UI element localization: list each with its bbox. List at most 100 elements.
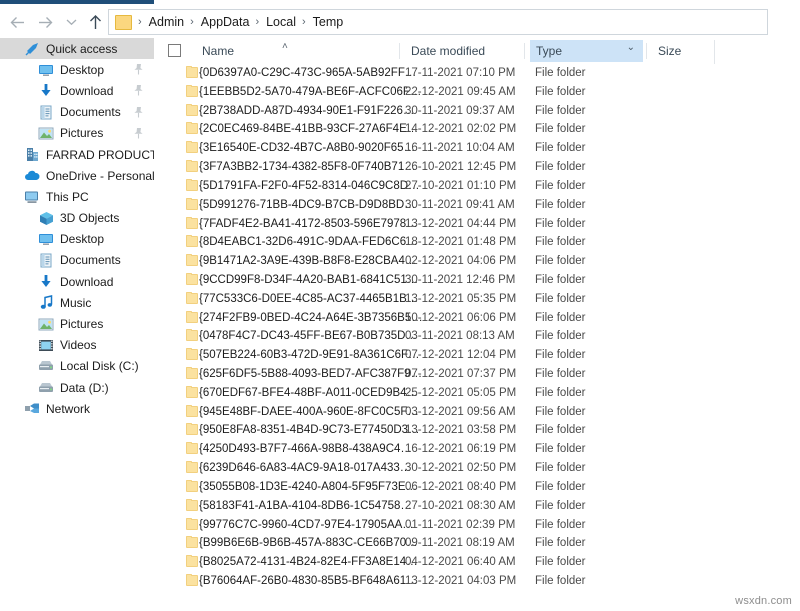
table-row[interactable]: {B99B6E6B-9B6B-457A-883C-CE66B70…09-11-2… [154, 534, 800, 553]
sidebar-item-videos[interactable]: Videos [0, 335, 154, 356]
table-row[interactable]: {3F7A3BB2-1734-4382-85F8-0F740B71…26-10-… [154, 158, 800, 177]
sidebar-item-desktop[interactable]: Desktop [0, 59, 154, 80]
sidebar-item-pictures[interactable]: Pictures [0, 313, 154, 334]
column-divider-right[interactable] [714, 40, 715, 64]
column-header-date-modified[interactable]: Date modified [405, 40, 533, 62]
table-row[interactable]: {B8025A72-4131-4B24-82E4-FF3A8E14…04-12-… [154, 553, 800, 572]
table-row[interactable]: {5D1791FA-F2F0-4F52-8314-046C9C8D…27-10-… [154, 177, 800, 196]
sidebar-item-label: Desktop [60, 63, 104, 77]
column-header-name[interactable]: Name [196, 40, 436, 62]
column-divider[interactable] [524, 43, 525, 59]
forward-button[interactable] [34, 12, 56, 32]
breadcrumb-appdata[interactable]: AppData [198, 15, 253, 29]
table-row[interactable]: {950E8FA8-8351-4B4D-9C73-E77450D3…13-12-… [154, 421, 800, 440]
table-row[interactable]: {274F2FB9-0BED-4C24-A64E-3B7356B5…10-12-… [154, 309, 800, 328]
sidebar-item-farrad-production[interactable]: FARRAD PRODUCTION [0, 144, 154, 165]
sidebar-item-documents[interactable]: Documents [0, 102, 154, 123]
table-row[interactable]: {77C533C6-D0EE-4C85-AC37-4465B1B…13-12-2… [154, 290, 800, 309]
file-name-cell: {1EEBB5D2-5A70-479A-BE6F-ACFC06F… [199, 83, 429, 102]
table-row[interactable]: {3E16540E-CD32-4B7C-A8B0-9020F65…16-11-2… [154, 139, 800, 158]
table-row[interactable]: {670EDF67-BFE4-48BF-A011-0CED9B4…25-12-2… [154, 384, 800, 403]
table-row[interactable]: {58183F41-A1BA-4104-8DB6-1C54758…27-10-2… [154, 497, 800, 516]
sidebar-item-onedrive-personal[interactable]: OneDrive - Personal [0, 165, 154, 186]
sidebar-item-this-pc[interactable]: This PC [0, 186, 154, 207]
table-row[interactable]: {945E48BF-DAEE-400A-960E-8FC0C5F…03-12-2… [154, 403, 800, 422]
pin-icon [133, 84, 144, 96]
breadcrumb-separator-1: › [187, 16, 198, 28]
table-row[interactable]: {5D991276-71BB-4DC9-B7CB-D9D8BD…30-11-20… [154, 196, 800, 215]
file-name-cell: {B99B6E6B-9B6B-457A-883C-CE66B70… [199, 534, 429, 553]
folder-icon [186, 500, 198, 511]
pin-icon[interactable] [133, 127, 144, 139]
address-bar[interactable]: › Admin › AppData › Local › Temp [108, 9, 768, 35]
breadcrumb-local[interactable]: Local [263, 15, 299, 29]
sidebar-item-3d-objects[interactable]: 3D Objects [0, 208, 154, 229]
file-type-cell: File folder [535, 553, 586, 572]
pin-star-icon [24, 41, 40, 57]
navigation-pane[interactable]: Quick accessDesktopDownloadDocumentsPict… [0, 38, 154, 611]
watermark: wsxdn.com [735, 595, 792, 607]
file-list[interactable]: {0D6397A0-C29C-473C-965A-5AB92FF…17-11-2… [154, 64, 800, 611]
chevron-down-icon[interactable]: ⌄ [627, 42, 635, 53]
table-row[interactable]: {507EB224-60B3-472D-9E91-8A361C6F…07-12-… [154, 346, 800, 365]
sidebar-item-label: Download [60, 84, 113, 98]
pin-icon[interactable] [133, 84, 144, 96]
select-all-checkbox[interactable] [168, 44, 181, 57]
sidebar-item-quick-access[interactable]: Quick access [0, 38, 154, 59]
file-type-cell: File folder [535, 346, 586, 365]
breadcrumb-temp[interactable]: Temp [310, 15, 347, 29]
sidebar-item-label: Local Disk (C:) [60, 359, 139, 373]
sidebar-item-label: Documents [60, 105, 121, 119]
sidebar-item-documents[interactable]: Documents [0, 250, 154, 271]
table-row[interactable]: {4250D493-B7F7-466A-98B8-438A9C4…16-12-2… [154, 440, 800, 459]
3d-objects-icon [38, 210, 54, 226]
column-divider[interactable] [399, 43, 400, 59]
sidebar-item-local-disk-c[interactable]: Local Disk (C:) [0, 356, 154, 377]
sidebar-item-desktop[interactable]: Desktop [0, 229, 154, 250]
sidebar-item-download[interactable]: Download [0, 80, 154, 101]
file-type-cell: File folder [535, 271, 586, 290]
pin-icon [133, 106, 144, 118]
table-row[interactable]: {625F6DF5-5B88-4093-BED7-AFC387F9…07-12-… [154, 365, 800, 384]
table-row[interactable]: {B76064AF-26B0-4830-85B5-BF648A61…13-12-… [154, 572, 800, 591]
sidebar-item-music[interactable]: Music [0, 292, 154, 313]
folder-icon [186, 537, 198, 548]
column-divider[interactable] [646, 43, 647, 59]
column-header-type[interactable]: Type⌄ [530, 40, 643, 62]
header-rule [154, 62, 800, 63]
table-row[interactable]: {2C0EC469-84BE-41BB-93CF-27A6F4E…14-12-2… [154, 120, 800, 139]
table-row[interactable]: {99776C7C-9960-4CD7-97E4-17905AA…01-11-2… [154, 516, 800, 535]
file-name-cell: {670EDF67-BFE4-48BF-A011-0CED9B4… [199, 384, 429, 403]
table-row[interactable]: {8D4EABC1-32D6-491C-9DAA-FED6C6…18-12-20… [154, 233, 800, 252]
date-modified-cell: 25-12-2021 05:05 PM [405, 384, 516, 403]
column-header-size[interactable]: Size [652, 40, 714, 62]
breadcrumb-admin[interactable]: Admin [146, 15, 187, 29]
pin-icon[interactable] [133, 106, 144, 118]
table-row[interactable]: {2B738ADD-A87D-4934-90E1-F91F226…30-11-2… [154, 102, 800, 121]
back-button[interactable] [6, 12, 28, 32]
recent-locations-button[interactable] [60, 12, 82, 32]
pin-icon [133, 127, 144, 139]
sidebar-item-download[interactable]: Download [0, 271, 154, 292]
up-button[interactable] [84, 12, 106, 32]
table-row[interactable]: {35055B08-1D3E-4240-A804-5F95F73E…06-12-… [154, 478, 800, 497]
table-row[interactable]: {0D6397A0-C29C-473C-965A-5AB92FF…17-11-2… [154, 64, 800, 83]
arrow-left-icon [10, 16, 25, 29]
pin-icon[interactable] [133, 63, 144, 75]
company-icon [24, 147, 40, 163]
file-name-cell: {3E16540E-CD32-4B7C-A8B0-9020F65… [199, 139, 429, 158]
file-type-cell: File folder [535, 478, 586, 497]
table-row[interactable]: {9CCD99F8-D34F-4A20-BAB1-6841C51…30-11-2… [154, 271, 800, 290]
sidebar-item-data-d[interactable]: Data (D:) [0, 377, 154, 398]
table-row[interactable]: {6239D646-6A83-4AC9-9A18-017A433…30-12-2… [154, 459, 800, 478]
table-row[interactable]: {9B1471A2-3A9E-439B-B8F8-E28CBA4…02-12-2… [154, 252, 800, 271]
folder-icon [186, 142, 198, 153]
table-row[interactable]: {1EEBB5D2-5A70-479A-BE6F-ACFC06F…22-12-2… [154, 83, 800, 102]
sidebar-item-pictures[interactable]: Pictures [0, 123, 154, 144]
date-modified-cell: 18-12-2021 01:48 PM [405, 233, 516, 252]
folder-icon [186, 575, 198, 586]
table-row[interactable]: {7FADF4E2-BA41-4172-8503-596E7978…13-12-… [154, 215, 800, 234]
sidebar-item-network[interactable]: Network [0, 398, 154, 419]
table-row[interactable]: {0478F4C7-DC43-45FF-BE67-B0B735D…03-11-2… [154, 327, 800, 346]
column-header-row[interactable]: ˄ NameDate modifiedType⌄Size [154, 40, 800, 62]
